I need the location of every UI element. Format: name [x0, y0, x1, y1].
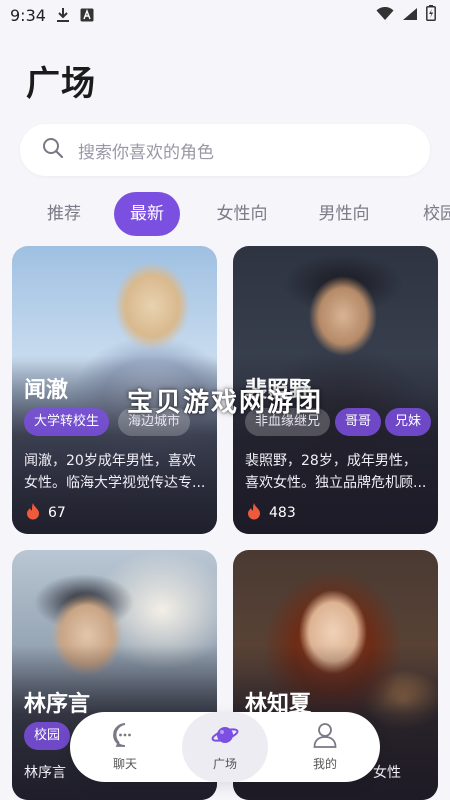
category-tabs: 推荐 最新 女性向 男性向 校园 — [0, 192, 450, 236]
signal-icon — [402, 6, 418, 25]
page-title: 广场 — [26, 64, 96, 104]
nav-profile[interactable]: 我的 — [282, 712, 368, 782]
tab-campus[interactable]: 校园 — [420, 192, 450, 236]
likes-count: 483 — [247, 502, 296, 524]
character-tag: 校园 — [24, 722, 71, 750]
flame-icon — [26, 502, 40, 524]
nav-chat[interactable]: 聊天 — [82, 712, 168, 782]
search-input[interactable]: 搜索你喜欢的角色 — [20, 124, 430, 176]
planet-icon — [211, 722, 239, 751]
chat-bubble-icon — [112, 722, 138, 751]
tab-latest[interactable]: 最新 — [114, 192, 180, 236]
character-name: 闻澈 — [24, 378, 69, 403]
character-tag: 哥哥 — [335, 408, 382, 436]
character-tag: 海边城市 — [118, 408, 191, 436]
status-bar: 9:34 — [0, 0, 450, 30]
character-name: 林序言 — [24, 692, 91, 717]
character-tag: 大学转校生 — [24, 408, 110, 436]
wifi-icon — [376, 6, 394, 25]
character-card[interactable]: 裴照野 非血缘继兄 哥哥 兄妹 裴照野，28岁，成年男性，喜欢女性。独立品牌危机… — [233, 246, 438, 534]
bottom-nav: 聊天 广场 我的 — [70, 712, 380, 782]
character-tag: 兄妹 — [385, 408, 432, 436]
likes-value: 67 — [48, 505, 66, 521]
tab-female-oriented[interactable]: 女性向 — [214, 192, 270, 236]
nav-plaza[interactable]: 广场 — [182, 712, 268, 782]
character-description: 闻澈，20岁成年男性，喜欢女性。临海大学视觉传达专... — [24, 453, 206, 491]
tab-male-oriented[interactable]: 男性向 — [316, 192, 372, 236]
character-name: 裴照野 — [245, 378, 312, 403]
character-description: 裴照野，28岁，成年男性，喜欢女性。独立品牌危机顾... — [245, 453, 427, 491]
download-icon — [56, 7, 70, 23]
character-tag: 非血缘继兄 — [245, 408, 331, 436]
character-description: 女性 — [373, 765, 401, 781]
status-time: 9:34 — [10, 5, 46, 25]
user-icon — [313, 722, 337, 751]
nav-plaza-label: 广场 — [212, 757, 237, 771]
battery-charging-icon — [426, 5, 436, 25]
search-icon — [42, 137, 64, 163]
nav-chat-label: 聊天 — [112, 757, 137, 771]
likes-value: 483 — [269, 505, 296, 521]
font-a-icon — [80, 8, 94, 22]
flame-icon — [247, 502, 261, 524]
likes-count: 67 — [26, 502, 66, 524]
tab-recommend[interactable]: 推荐 — [44, 192, 84, 236]
character-card[interactable]: 闻澈 大学转校生 海边城市 闻澈，20岁成年男性，喜欢女性。临海大学视觉传达专.… — [12, 246, 217, 534]
nav-profile-label: 我的 — [312, 757, 337, 771]
search-placeholder: 搜索你喜欢的角色 — [78, 142, 214, 163]
